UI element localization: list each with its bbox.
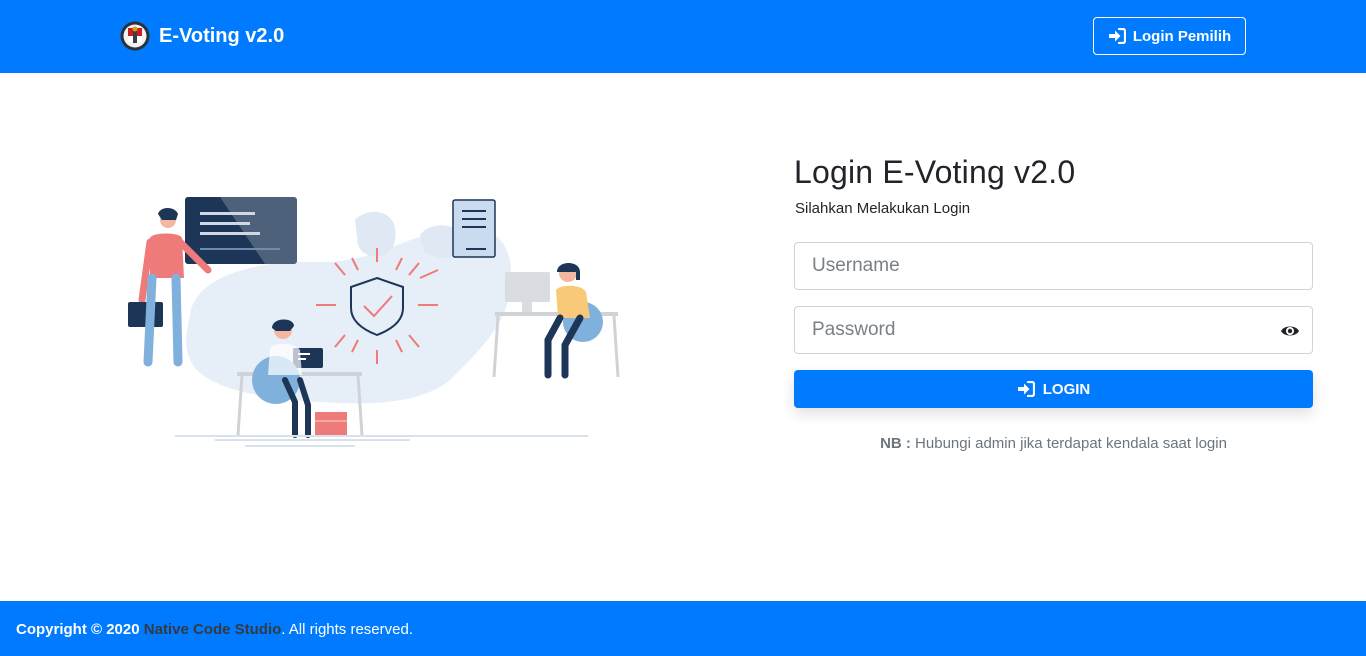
login-title: Login E-Voting v2.0 xyxy=(794,154,1076,190)
login-subtitle: Silahkan Melakukan Login xyxy=(795,200,971,217)
password-input[interactable] xyxy=(795,307,1312,353)
note-label: NB : xyxy=(880,435,911,452)
login-button-label: LOGIN xyxy=(1042,380,1091,398)
login-illustration xyxy=(128,197,620,447)
copyright-label: Copyright © 2020 xyxy=(16,621,140,638)
rights-text: . All rights reserved. xyxy=(281,621,413,638)
username-field[interactable] xyxy=(794,242,1313,290)
brand[interactable]: E-Voting v2.0 xyxy=(120,19,284,53)
username-input[interactable] xyxy=(795,243,1312,289)
footer: Copyright © 2020 Native Code Studio. All… xyxy=(0,601,1366,656)
brand-title: E-Voting v2.0 xyxy=(159,24,285,47)
sign-in-icon xyxy=(1017,381,1035,397)
note-text: Hubungi admin jika terdapat kendala saat… xyxy=(910,435,1227,452)
footer-copyright: Copyright © 2020 Native Code Studio. All… xyxy=(16,621,413,638)
password-field[interactable] xyxy=(794,306,1313,354)
login-note: NB : Hubungi admin jika terdapat kendala… xyxy=(794,435,1313,452)
sign-in-icon xyxy=(1108,28,1126,44)
login-pemilih-label: Login Pemilih xyxy=(1132,27,1232,45)
login-button[interactable]: LOGIN xyxy=(794,370,1313,408)
kpu-logo-icon xyxy=(120,21,150,51)
navbar: E-Voting v2.0 Login Pemilih xyxy=(0,0,1366,73)
studio-link[interactable]: Native Code Studio xyxy=(144,621,282,638)
login-pemilih-button[interactable]: Login Pemilih xyxy=(1093,17,1246,55)
eye-icon[interactable] xyxy=(1280,322,1300,340)
